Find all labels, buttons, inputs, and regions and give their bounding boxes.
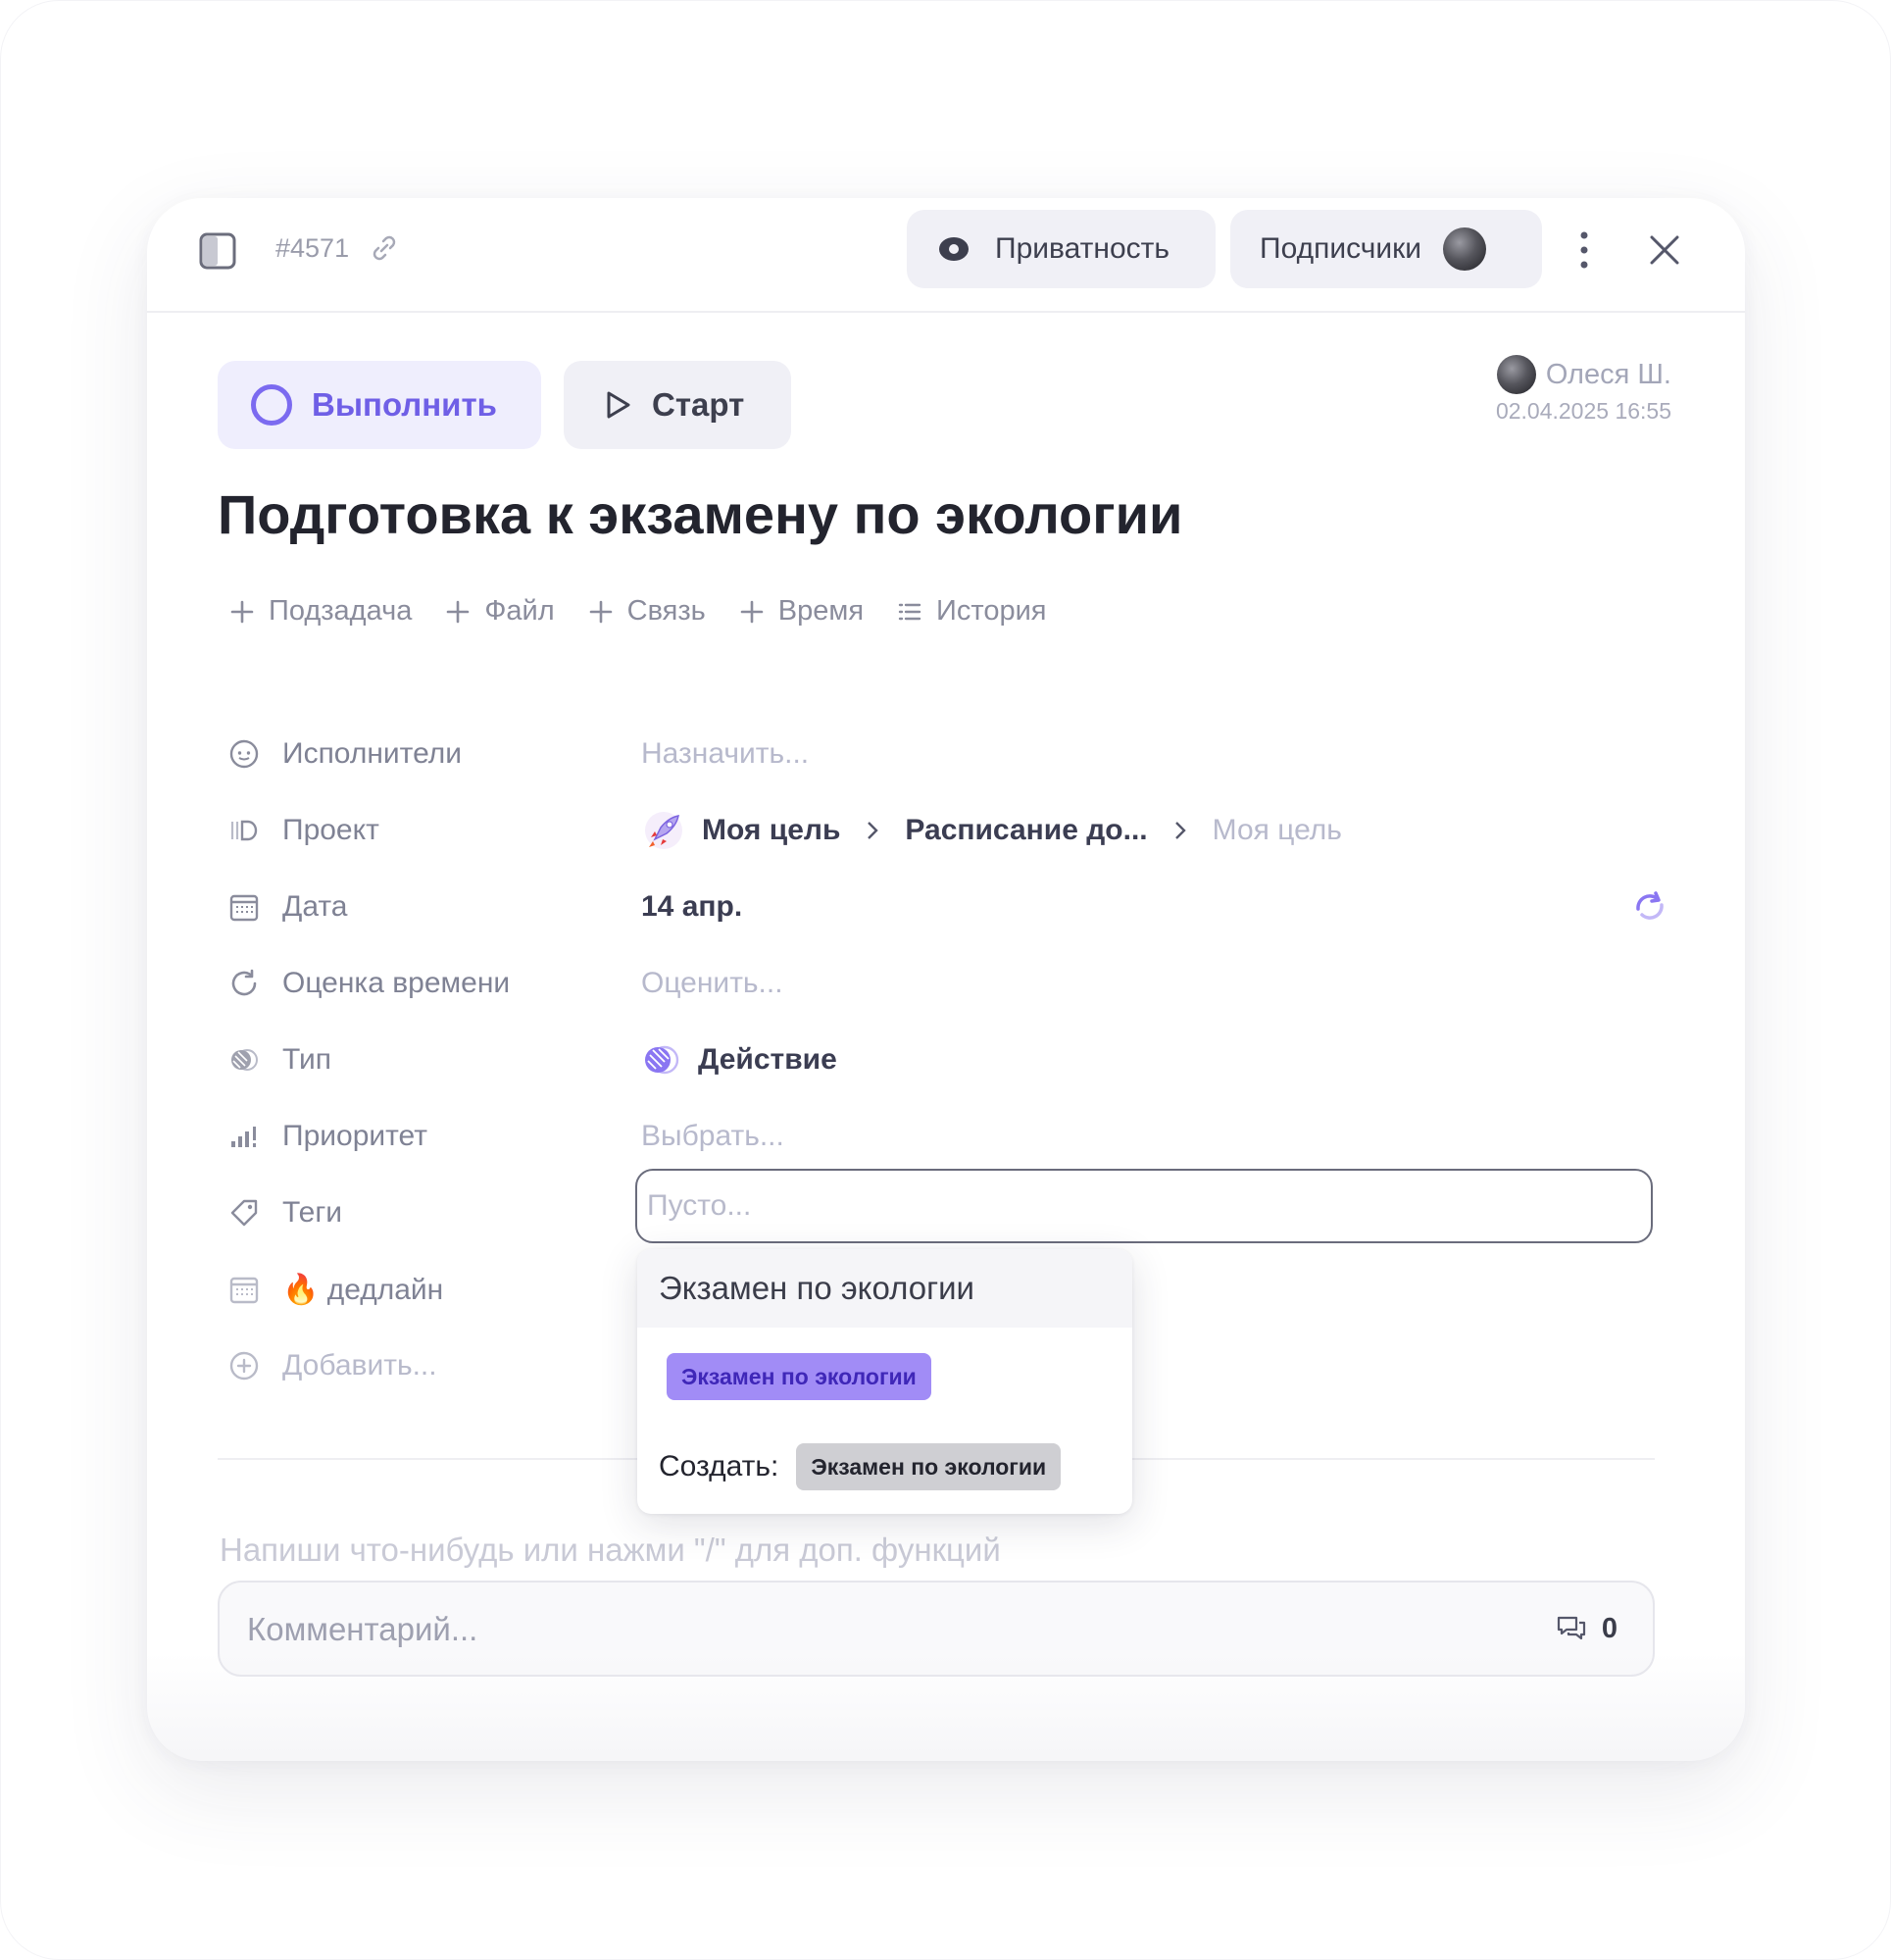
tags-input[interactable] xyxy=(635,1169,1653,1243)
plus-circle-icon xyxy=(229,1351,259,1381)
add-subtask-label: Подзадача xyxy=(269,595,413,627)
add-field-label: Добавить... xyxy=(282,1349,437,1382)
comments-counter[interactable]: 0 xyxy=(1555,1583,1617,1675)
subscribers-button[interactable]: Подписчики xyxy=(1230,210,1542,288)
field-tags: Теги xyxy=(227,1183,342,1242)
add-link-label: Связь xyxy=(626,595,706,627)
add-link-button[interactable]: Связь xyxy=(588,595,706,628)
task-header: #4571 Приватность Подписчики xyxy=(147,198,1745,313)
plus-icon xyxy=(740,600,764,623)
more-vertical-icon[interactable] xyxy=(1574,226,1594,275)
add-subtask-button[interactable]: Подзадача xyxy=(229,595,412,628)
create-tag-chip: Экзамен по экологии xyxy=(796,1443,1062,1490)
comments-count: 0 xyxy=(1601,1612,1617,1644)
estimate-label: Оценка времени xyxy=(282,967,511,999)
project-label: Проект xyxy=(282,814,379,846)
add-file-button[interactable]: Файл xyxy=(445,595,555,628)
tag-icon xyxy=(230,1199,258,1227)
priority-bars-icon xyxy=(231,1127,256,1147)
calendar-icon xyxy=(229,1277,259,1304)
complete-button[interactable]: Выполнить xyxy=(218,361,541,449)
eye-icon xyxy=(939,237,969,261)
field-estimate: Оценка времени xyxy=(227,954,510,1013)
type-value-label: Действие xyxy=(698,1043,837,1076)
privacy-button[interactable]: Приватность xyxy=(907,210,1216,288)
tag-query: Экзамен по экологии xyxy=(637,1249,1132,1328)
field-deadline: 🔥 дедлайн xyxy=(227,1260,443,1319)
subscribers-label: Подписчики xyxy=(1260,232,1422,265)
repeat-icon[interactable] xyxy=(1628,885,1671,929)
estimate-button[interactable]: Оценить... xyxy=(641,954,783,1013)
task-id: #4571 xyxy=(275,233,350,263)
task-card: #4571 Приватность Подписчики Выполнить С… xyxy=(147,198,1745,1761)
editor-hint[interactable]: Напиши что-нибудь или нажми "/" для доп.… xyxy=(220,1532,1001,1569)
priority-button[interactable]: Выбрать... xyxy=(641,1107,784,1166)
comments-icon xyxy=(1557,1616,1585,1640)
author-avatar xyxy=(1496,355,1536,394)
field-priority: Приоритет xyxy=(227,1107,427,1166)
create-label: Создать: xyxy=(659,1450,779,1483)
author-info: Олеся Ш. 02.04.2025 16:55 xyxy=(1496,355,1671,425)
add-time-button[interactable]: Время xyxy=(739,595,864,628)
plus-icon xyxy=(230,600,254,623)
rocket-icon xyxy=(645,812,682,849)
author-name: Олеся Ш. xyxy=(1545,358,1671,390)
sidebar-toggle-icon[interactable] xyxy=(196,229,239,273)
play-icon xyxy=(607,391,630,419)
comment-input[interactable] xyxy=(245,1583,1425,1677)
action-type-icon xyxy=(645,1045,679,1075)
circle-check-icon xyxy=(251,384,292,426)
comment-box: 0 xyxy=(218,1581,1655,1677)
field-assignees: Исполнители xyxy=(227,725,462,783)
type-icon xyxy=(231,1049,258,1071)
plus-icon xyxy=(589,600,612,623)
field-date: Дата xyxy=(227,878,347,936)
link-icon[interactable] xyxy=(369,232,400,264)
project-icon xyxy=(230,820,258,841)
field-type: Тип xyxy=(227,1030,331,1089)
add-field-button[interactable]: Добавить... xyxy=(227,1336,437,1395)
list-icon xyxy=(898,603,921,620)
date-label: Дата xyxy=(282,890,348,923)
user-circle-icon xyxy=(229,739,259,769)
start-label: Старт xyxy=(652,386,745,423)
subscriber-avatar xyxy=(1443,227,1487,271)
created-date: 02.04.2025 16:55 xyxy=(1495,398,1671,424)
project-crumb-2[interactable]: Расписание до... xyxy=(905,814,1147,847)
add-file-label: Файл xyxy=(484,595,555,627)
chevron-right-icon xyxy=(868,822,879,839)
privacy-label: Приватность xyxy=(995,232,1169,265)
type-value[interactable]: Действие xyxy=(641,1030,837,1089)
project-breadcrumb: Моя цель Расписание до... Моя цель xyxy=(641,801,1342,860)
start-button[interactable]: Старт xyxy=(564,361,791,449)
close-icon[interactable] xyxy=(1645,230,1684,270)
date-value[interactable]: 14 апр. xyxy=(641,878,742,936)
priority-label: Приоритет xyxy=(282,1120,427,1152)
history-button[interactable]: История xyxy=(897,595,1047,628)
calendar-icon xyxy=(229,894,259,922)
type-label: Тип xyxy=(282,1043,332,1076)
chevron-right-icon xyxy=(1174,822,1186,839)
add-time-label: Время xyxy=(777,595,865,627)
deadline-label: 🔥 дедлайн xyxy=(282,1273,444,1306)
project-crumb-3[interactable]: Моя цель xyxy=(1213,814,1342,847)
existing-tag-option[interactable]: Экзамен по экологии xyxy=(667,1353,931,1400)
refresh-icon xyxy=(231,969,257,996)
complete-label: Выполнить xyxy=(312,386,497,423)
plus-icon xyxy=(447,600,470,623)
assignees-label: Исполнители xyxy=(282,737,463,770)
task-title[interactable]: Подготовка к экзамену по экологии xyxy=(218,482,1182,546)
tags-label: Теги xyxy=(282,1196,343,1229)
create-tag-option[interactable]: Создать: Экзамен по экологии xyxy=(659,1443,1062,1490)
tag-suggestions-dropdown: Экзамен по экологии Экзамен по экологии … xyxy=(637,1249,1132,1514)
task-toolbar: Подзадача Файл Связь Время История xyxy=(229,595,1080,628)
history-label: История xyxy=(936,595,1047,627)
assign-button[interactable]: Назначить... xyxy=(641,725,809,783)
project-crumb-1[interactable]: Моя цель xyxy=(702,814,840,847)
field-project: Проект xyxy=(227,801,379,860)
